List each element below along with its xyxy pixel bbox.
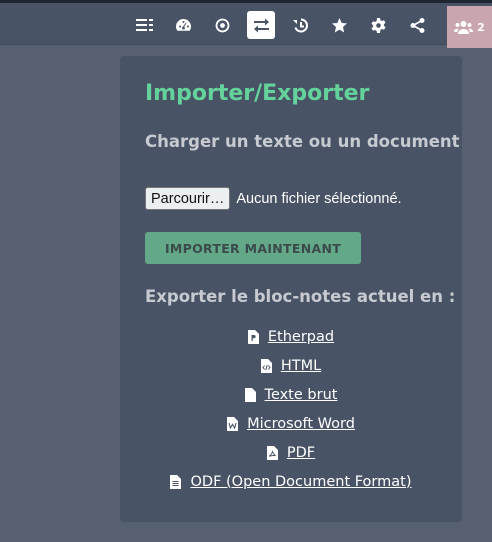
import-now-button[interactable]: IMPORTER MAINTENANT <box>145 232 361 264</box>
export-link-word[interactable]: Microsoft Word <box>247 416 355 432</box>
top-toolbar: 2 <box>0 0 492 48</box>
export-option-plain-text: Texte brut <box>120 380 462 409</box>
history-icon[interactable] <box>286 11 314 39</box>
export-link-odf[interactable]: ODF (Open Document Format) <box>190 474 411 490</box>
menu-list-icon[interactable] <box>130 11 158 39</box>
html-file-icon <box>260 358 272 373</box>
panel-title: Importer/Exporter <box>145 81 370 106</box>
export-option-pdf: PDF <box>120 438 462 467</box>
users-count-badge: 2 <box>477 20 485 34</box>
export-option-odf: ODF (Open Document Format) <box>120 467 462 496</box>
export-option-word: Microsoft Word <box>120 409 462 438</box>
pdf-file-icon <box>266 445 278 460</box>
import-export-icon[interactable] <box>247 11 275 39</box>
export-link-html[interactable]: HTML <box>281 358 321 374</box>
export-option-html: HTML <box>120 351 462 380</box>
export-option-etherpad: Etherpad <box>120 322 462 351</box>
file-input: Parcourir… Aucun fichier sélectionné. <box>145 187 402 210</box>
file-browse-button[interactable]: Parcourir… <box>145 187 231 210</box>
file-status-text: Aucun fichier sélectionné. <box>236 190 402 207</box>
export-link-plain-text[interactable]: Texte brut <box>265 387 338 403</box>
users-icon <box>454 20 474 34</box>
export-link-pdf[interactable]: PDF <box>287 445 315 461</box>
star-icon[interactable] <box>325 11 353 39</box>
aperture-icon[interactable] <box>208 11 236 39</box>
import-heading: Charger un texte ou un document <box>145 132 460 151</box>
export-heading: Exporter le bloc-notes actuel en : <box>145 287 456 306</box>
users-button[interactable]: 2 <box>447 6 492 48</box>
text-file-icon <box>244 387 256 402</box>
share-icon[interactable] <box>403 11 431 39</box>
etherpad-file-icon <box>247 329 259 344</box>
import-export-panel: Importer/Exporter Charger un texte ou un… <box>120 56 462 522</box>
gear-icon[interactable] <box>364 11 392 39</box>
word-file-icon <box>227 416 239 431</box>
odf-file-icon <box>170 474 182 489</box>
dashboard-icon[interactable] <box>169 11 197 39</box>
export-link-etherpad[interactable]: Etherpad <box>268 329 334 345</box>
export-options-list: Etherpad HTML Texte brut Microsoft Word … <box>120 322 462 496</box>
